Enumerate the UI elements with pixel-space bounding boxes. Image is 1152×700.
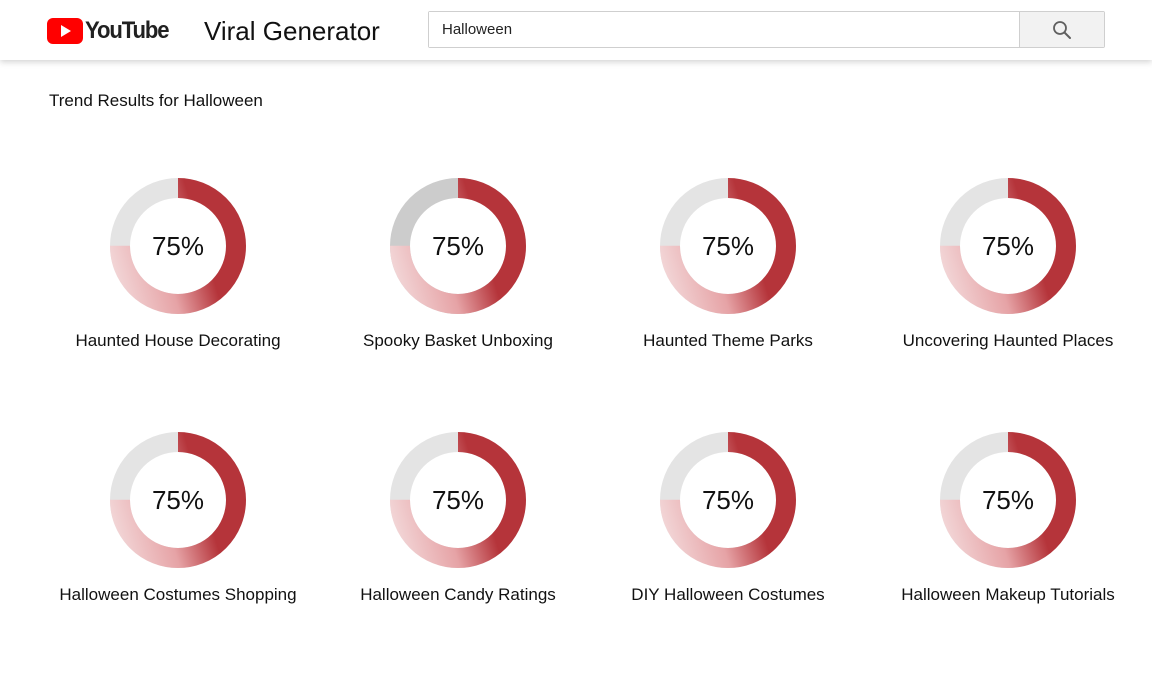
top-bar: YouTube Viral Generator [0, 0, 1152, 60]
app-title: Viral Generator [204, 16, 380, 46]
trend-card[interactable]: 75% Uncovering Haunted Places [878, 174, 1138, 414]
trend-label: Haunted Theme Parks [643, 331, 813, 350]
trend-label: Halloween Makeup Tutorials [901, 585, 1115, 604]
search-input[interactable] [429, 12, 1019, 47]
logo-wordmark: YouTube [85, 17, 170, 44]
trend-percent: 75% [431, 230, 485, 261]
trend-card[interactable]: 75% Haunted House Decorating [48, 174, 308, 414]
trend-percent: 75% [981, 230, 1035, 261]
trend-label: DIY Halloween Costumes [631, 585, 825, 604]
trend-label: Halloween Candy Ratings [360, 585, 556, 604]
trend-label: Halloween Costumes Shopping [59, 585, 297, 604]
trend-percent: 75% [151, 484, 205, 515]
search-icon [1053, 20, 1071, 39]
search-bar [428, 11, 1105, 48]
trend-label: Uncovering Haunted Places [902, 331, 1114, 350]
trend-card[interactable]: 75% Halloween Costumes Shopping [48, 428, 308, 668]
trend-card[interactable]: 75% Halloween Makeup Tutorials [878, 428, 1138, 668]
search-button[interactable] [1019, 12, 1104, 47]
trend-percent: 75% [701, 484, 755, 515]
trend-label: Spooky Basket Unboxing [363, 331, 553, 350]
trend-card[interactable]: 75% Haunted Theme Parks [598, 174, 858, 414]
trend-card[interactable]: 75% DIY Halloween Costumes [598, 428, 858, 668]
trend-percent: 75% [981, 484, 1035, 515]
trend-percent: 75% [151, 230, 205, 261]
trend-card[interactable]: 75% Spooky Basket Unboxing [328, 174, 588, 414]
youtube-logo[interactable]: YouTube [47, 17, 176, 44]
trend-card[interactable]: 75% Halloween Candy Ratings [328, 428, 588, 668]
trend-percent: 75% [431, 484, 485, 515]
trend-percent: 75% [701, 230, 755, 261]
trend-grid: 75% Haunted House Decorating 75% Spooky Bas… [0, 0, 1152, 700]
youtube-play-icon [47, 18, 83, 44]
trend-label: Haunted House Decorating [75, 331, 281, 350]
